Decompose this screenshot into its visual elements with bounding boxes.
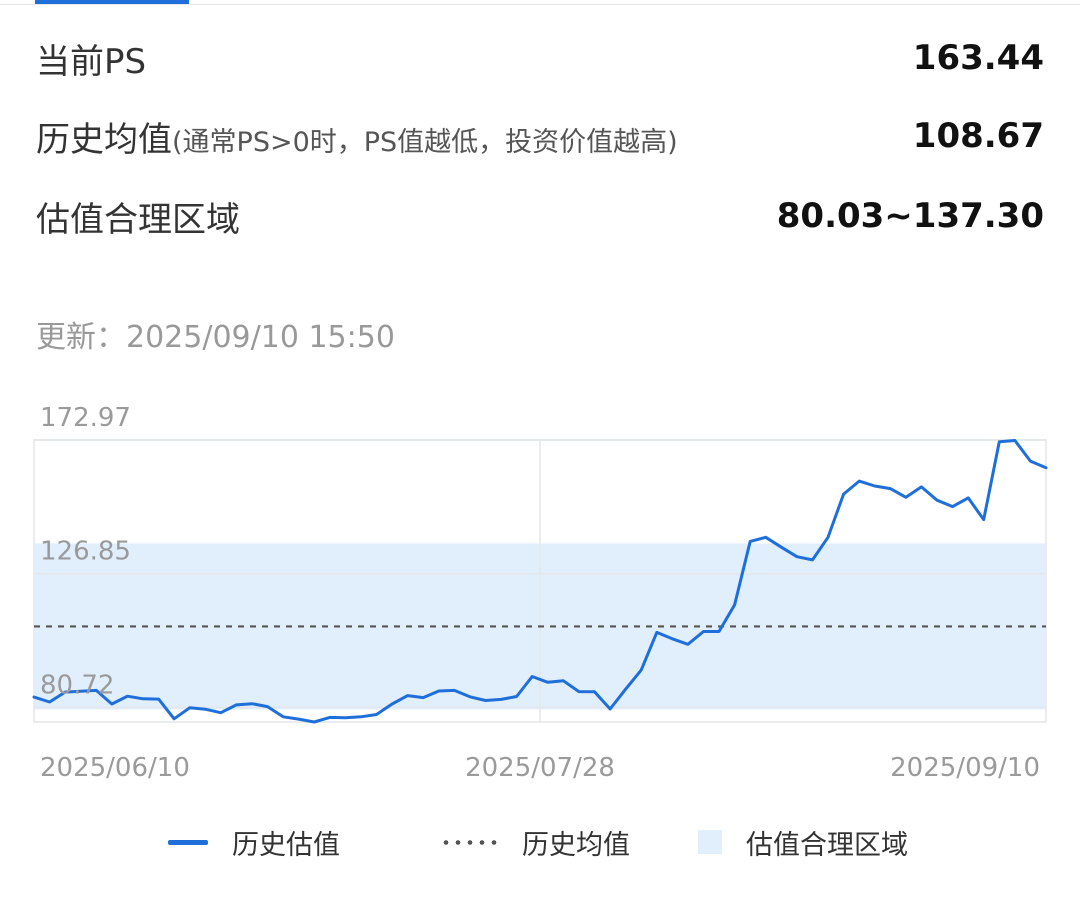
legend-label-history: 历史估值 bbox=[232, 829, 340, 861]
legend-dots-swatch bbox=[440, 839, 498, 845]
tab-divider bbox=[0, 4, 1080, 5]
hist-avg-value: 108.67 bbox=[912, 116, 1044, 156]
x-tick-label: 2025/09/10 bbox=[890, 753, 1040, 783]
legend-band-swatch bbox=[698, 830, 722, 854]
tab-bar bbox=[0, 0, 1080, 6]
hist-avg-label: 历史均值 bbox=[36, 119, 172, 160]
hist-avg-note: (通常PS>0时，PS值越低，投资价值越高) bbox=[172, 126, 678, 158]
metric-row-hist-avg: 历史均值(通常PS>0时，PS值越低，投资价值越高) 108.67 bbox=[36, 112, 1044, 160]
legend-label-band: 估值合理区域 bbox=[746, 829, 908, 861]
chart-legend: 历史估值 历史均值 估值合理区域 bbox=[0, 818, 1080, 866]
x-tick-label: 2025/06/10 bbox=[40, 753, 190, 783]
fair-range-value: 80.03~137.30 bbox=[776, 196, 1044, 236]
ps-chart-svg: 172.97 126.85 80.72 2025/06/10 2025/07/28 202… bbox=[32, 403, 1048, 783]
x-tick-label: 2025/07/28 bbox=[465, 753, 615, 783]
metric-row-current-ps: 当前PS 163.44 bbox=[36, 34, 1044, 82]
current-ps-value: 163.44 bbox=[912, 38, 1044, 78]
legend-item-band: 估值合理区域 bbox=[698, 818, 908, 866]
legend-line-swatch bbox=[168, 839, 208, 845]
legend-label-average: 历史均值 bbox=[522, 829, 630, 861]
fair-range-label: 估值合理区域 bbox=[36, 199, 240, 240]
y-tick-label: 172.97 bbox=[40, 403, 131, 433]
current-ps-label: 当前PS bbox=[36, 41, 147, 82]
metric-row-fair-range: 估值合理区域 80.03~137.30 bbox=[36, 192, 1044, 240]
y-tick-label: 80.72 bbox=[40, 670, 114, 700]
hist-avg-label-wrap: 历史均值(通常PS>0时，PS值越低，投资价值越高) bbox=[36, 112, 678, 161]
updated-timestamp: 更新：2025/09/10 15:50 bbox=[36, 320, 395, 355]
legend-item-average: 历史均值 bbox=[440, 818, 630, 866]
active-tab-indicator bbox=[35, 0, 189, 4]
legend-item-history: 历史估值 bbox=[168, 818, 340, 866]
y-tick-label: 126.85 bbox=[40, 537, 131, 567]
ps-chart: 172.97 126.85 80.72 2025/06/10 2025/07/28 202… bbox=[0, 390, 1080, 790]
